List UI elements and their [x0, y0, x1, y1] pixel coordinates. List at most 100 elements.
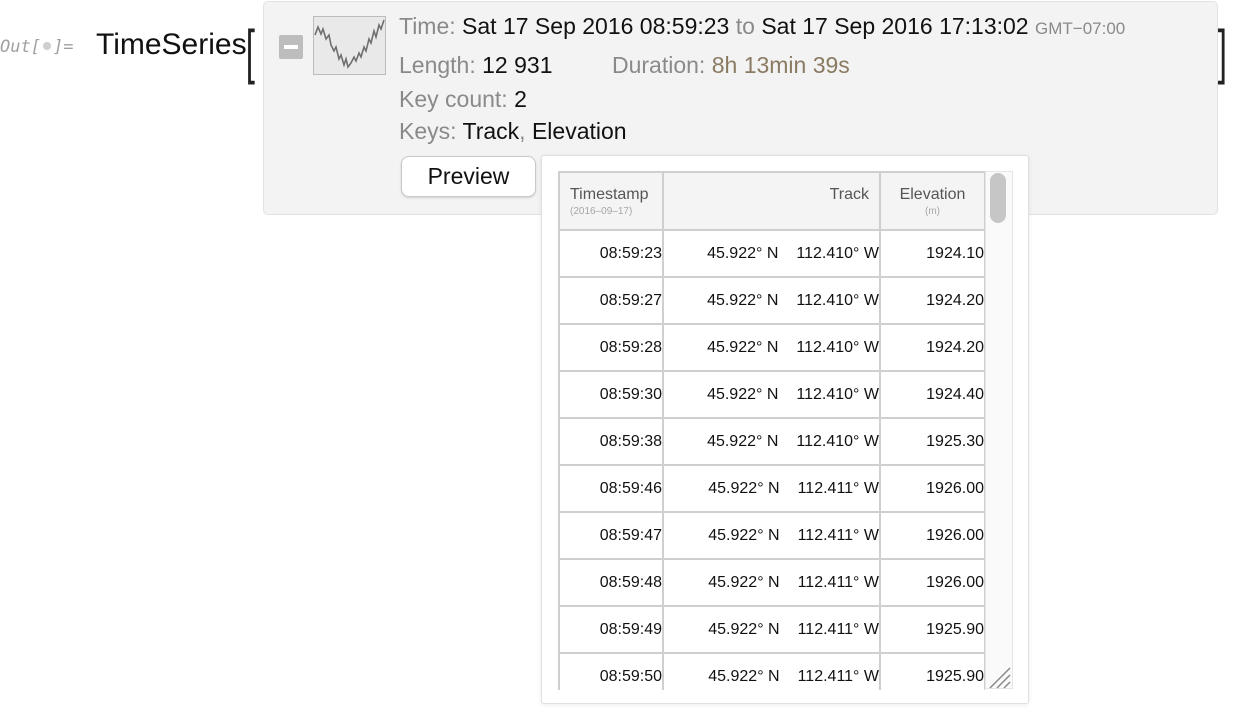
cell-track: 45.922° N 112.410° W	[662, 276, 881, 325]
cell-elevation: 1925.30	[879, 417, 985, 466]
cell-latitude: 45.922° N	[707, 291, 779, 309]
time-start: Sat 17 Sep 2016 08:59:23	[462, 13, 730, 39]
header-track-label: Track	[829, 186, 869, 203]
header-elevation-sub: (m)	[925, 206, 940, 217]
timeseries-head: TimeSeries	[96, 28, 247, 61]
scrollbar-thumb[interactable]	[990, 173, 1006, 223]
cell-track: 45.922° N 112.410° W	[662, 370, 881, 419]
cell-timestamp: 08:59:28	[558, 323, 664, 372]
cell-latitude: 45.922° N	[708, 526, 780, 544]
key-track: Track	[462, 118, 520, 144]
cell-timestamp: 08:59:47	[558, 511, 664, 560]
cell-track: 45.922° N 112.411° W	[662, 558, 881, 607]
header-elevation-label: Elevation	[899, 186, 966, 203]
header-track: Track	[662, 171, 881, 231]
cell-longitude: 112.410° W	[796, 291, 879, 309]
preview-table: Timestamp (2016–09–17) Track Elevation (…	[558, 171, 985, 690]
preview-panel: Timestamp (2016–09–17) Track Elevation (…	[541, 155, 1029, 704]
cell-latitude: 45.922° N	[707, 385, 779, 403]
cell-track: 45.922° N 112.411° W	[662, 605, 881, 654]
header-timestamp: Timestamp (2016–09–17)	[558, 171, 664, 231]
key-elevation: Elevation	[531, 118, 627, 144]
cell-track: 45.922° N 112.410° W	[662, 323, 881, 372]
open-bracket: [	[245, 18, 255, 85]
cell-longitude: 112.411° W	[797, 479, 879, 497]
cell-longitude: 112.411° W	[797, 620, 879, 638]
header-row: Timestamp (2016–09–17) Track Elevation (…	[558, 171, 985, 231]
cell-timestamp: 08:59:46	[558, 464, 664, 513]
header-timestamp-sub: (2016–09–17)	[570, 206, 633, 217]
cell-track: 45.922° N 112.410° W	[662, 229, 881, 278]
cell-index-dot	[42, 42, 51, 50]
cell-latitude: 45.922° N	[708, 573, 780, 591]
minus-box-icon[interactable]	[279, 35, 303, 59]
cell-latitude: 45.922° N	[708, 667, 780, 685]
keycount-label: Key count:	[399, 86, 508, 112]
resize-grip-icon[interactable]	[986, 664, 1012, 690]
table-row: 08:59:50 45.922° N 112.411° W 1925.90	[558, 652, 985, 690]
cell-timestamp: 08:59:23	[558, 229, 664, 278]
table-row: 08:59:27 45.922° N 112.410° W 1924.20	[558, 276, 985, 325]
duration-line: Duration: 8h 13min 39s	[612, 52, 850, 79]
cell-elevation: 1926.00	[879, 511, 985, 560]
cell-longitude: 112.410° W	[796, 244, 879, 262]
timezone: GMT−07:00	[1035, 19, 1126, 38]
cell-timestamp: 08:59:27	[558, 276, 664, 325]
table-row: 08:59:38 45.922° N 112.410° W 1925.30	[558, 417, 985, 466]
vertical-scrollbar[interactable]	[985, 171, 1013, 689]
cell-latitude: 45.922° N	[707, 432, 779, 450]
table-row: 08:59:23 45.922° N 112.410° W 1924.10	[558, 229, 985, 278]
out-suffix: ]=	[52, 37, 74, 57]
cell-timestamp: 08:59:49	[558, 605, 664, 654]
cell-timestamp: 08:59:48	[558, 558, 664, 607]
resize-grip-svg	[989, 667, 1011, 689]
time-end: Sat 17 Sep 2016 17:13:02	[761, 13, 1029, 39]
keys-line: Keys: Track, Elevation	[399, 118, 627, 145]
time-line: Time: Sat 17 Sep 2016 08:59:23 to Sat 17…	[399, 13, 1125, 40]
cell-longitude: 112.410° W	[796, 338, 879, 356]
header-elevation: Elevation (m)	[879, 171, 985, 231]
sparkline-thumbnail	[313, 16, 386, 75]
table-row: 08:59:46 45.922° N 112.411° W 1926.00	[558, 464, 985, 513]
table-row: 08:59:28 45.922° N 112.410° W 1924.20	[558, 323, 985, 372]
cell-elevation: 1924.20	[879, 276, 985, 325]
cell-elevation: 1925.90	[879, 652, 985, 690]
cell-longitude: 112.411° W	[797, 573, 879, 591]
table-row: 08:59:47 45.922° N 112.411° W 1926.00	[558, 511, 985, 560]
cell-track: 45.922° N 112.411° W	[662, 464, 881, 513]
output-cell-label: Out[ ]=	[0, 37, 73, 57]
cell-elevation: 1926.00	[879, 464, 985, 513]
length-label: Length:	[399, 52, 476, 78]
table-row: 08:59:49 45.922° N 112.411° W 1925.90	[558, 605, 985, 654]
cell-longitude: 112.410° W	[796, 385, 879, 403]
close-bracket: ]	[1217, 18, 1227, 85]
cell-longitude: 112.410° W	[796, 432, 879, 450]
length-value: 12 931	[482, 52, 553, 78]
cell-longitude: 112.411° W	[797, 526, 879, 544]
cell-timestamp: 08:59:30	[558, 370, 664, 419]
header-timestamp-label: Timestamp	[570, 186, 649, 203]
cell-track: 45.922° N 112.411° W	[662, 652, 881, 690]
keycount-value: 2	[514, 86, 527, 112]
preview-button[interactable]: Preview	[401, 156, 536, 197]
out-prefix: Out[	[0, 37, 41, 57]
cell-latitude: 45.922° N	[708, 479, 780, 497]
cell-elevation: 1924.40	[879, 370, 985, 419]
length-line: Length: 12 931	[399, 52, 553, 79]
table-row: 08:59:48 45.922° N 112.411° W 1926.00	[558, 558, 985, 607]
to-word: to	[735, 13, 755, 39]
duration-value: 8h 13min 39s	[711, 52, 850, 78]
cell-latitude: 45.922° N	[707, 338, 779, 356]
cell-timestamp: 08:59:38	[558, 417, 664, 466]
sparkline-svg	[314, 19, 385, 69]
cell-elevation: 1926.00	[879, 558, 985, 607]
preview-table-viewport[interactable]: Timestamp (2016–09–17) Track Elevation (…	[558, 171, 985, 690]
cell-track: 45.922° N 112.410° W	[662, 417, 881, 466]
keys-label: Keys:	[399, 118, 457, 144]
cell-track: 45.922° N 112.411° W	[662, 511, 881, 560]
cell-elevation: 1925.90	[879, 605, 985, 654]
cell-elevation: 1924.10	[879, 229, 985, 278]
cell-timestamp: 08:59:50	[558, 652, 664, 690]
cell-longitude: 112.411° W	[797, 667, 879, 685]
cell-latitude: 45.922° N	[708, 620, 780, 638]
